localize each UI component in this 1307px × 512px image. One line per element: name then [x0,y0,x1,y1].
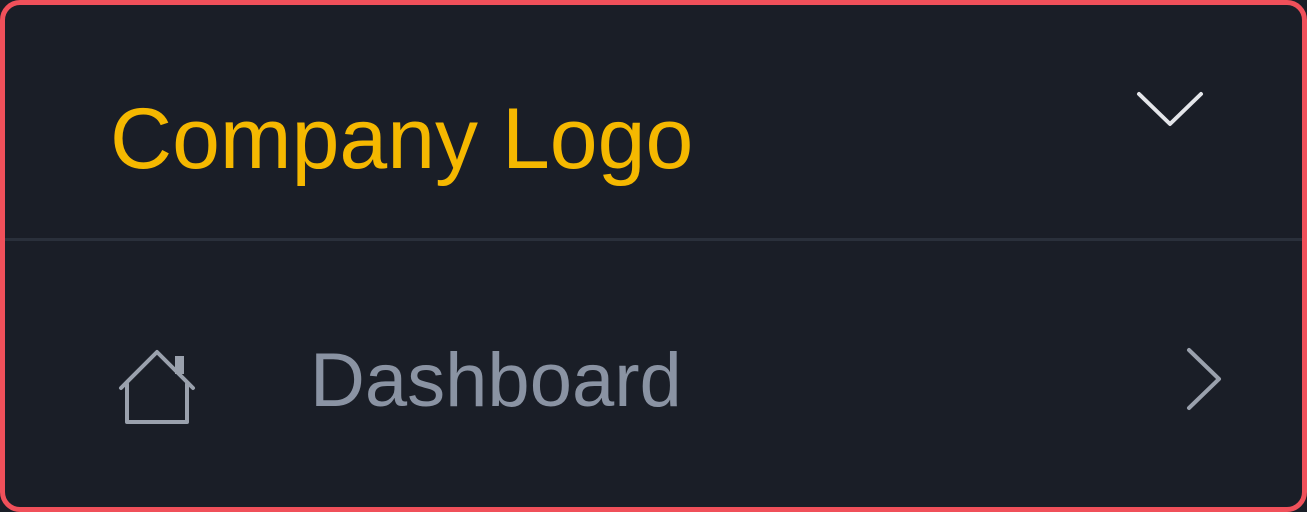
sidebar-item-label: Dashboard [310,338,682,423]
home-icon [119,350,195,424]
sidebar-panel: Company Logo Dashboard [0,0,1307,512]
chevron-right-icon [1187,348,1221,410]
sidebar-item-dashboard[interactable]: Dashboard [5,244,1302,507]
sidebar-header: Company Logo [5,5,1302,241]
chevron-down-icon [1137,92,1203,126]
collapse-button[interactable] [1120,75,1220,145]
company-logo[interactable]: Company Logo [110,89,693,189]
